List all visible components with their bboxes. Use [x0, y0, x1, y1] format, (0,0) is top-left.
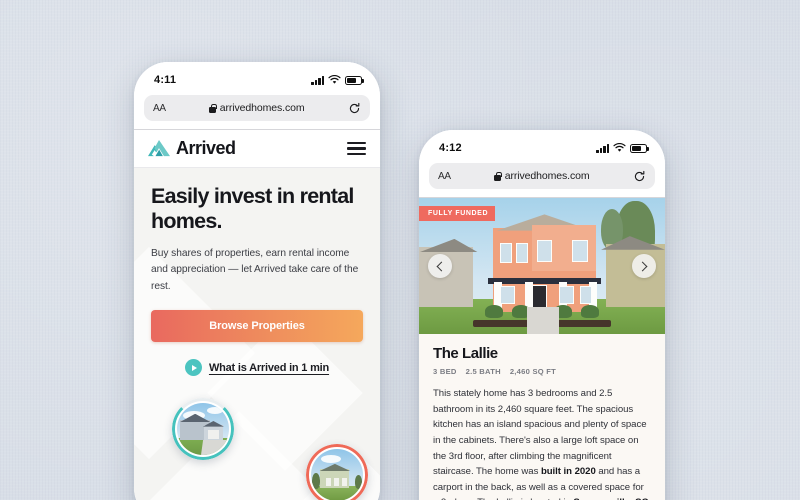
lock-icon — [494, 171, 502, 181]
text-size-button[interactable]: AA — [153, 103, 166, 114]
property-thumbnail-1[interactable] — [172, 398, 234, 461]
video-link-label: What is Arrived in 1 min — [208, 361, 330, 374]
phone-notch — [209, 62, 305, 82]
lock-icon — [209, 103, 217, 113]
reload-icon[interactable] — [348, 102, 361, 115]
url-display[interactable]: arrivedhomes.com — [166, 102, 348, 114]
property-description: This stately home has 3 bedrooms and 2.5… — [433, 388, 651, 500]
property-photo[interactable]: FULLY FUNDED — [419, 198, 665, 334]
wifi-icon — [328, 75, 341, 84]
property-thumbnail-2[interactable] — [306, 444, 368, 500]
status-time: 4:11 — [154, 74, 177, 86]
browse-properties-button[interactable]: Browse Properties — [151, 310, 363, 343]
hero-subcopy: Buy shares of properties, earn rental in… — [151, 247, 359, 292]
battery-icon — [345, 75, 364, 85]
status-icons — [311, 75, 364, 85]
listing-page-body: FULLY FUNDED The Lallie 3 BED 2.5 BATH 2… — [419, 198, 665, 500]
listing-info: The Lallie 3 BED 2.5 BATH 2,460 SQ FT Th… — [419, 334, 665, 500]
chevron-right-icon — [637, 261, 648, 271]
status-time: 4:12 — [439, 142, 462, 154]
wifi-icon — [613, 143, 626, 152]
page-backdrop — [0, 0, 800, 500]
url-text: arrivedhomes.com — [219, 102, 305, 114]
carousel-prev-button[interactable] — [428, 254, 452, 278]
watch-video-link[interactable]: What is Arrived in 1 min — [151, 359, 363, 377]
landing-page-body: Easily invest in rental homes. Buy share… — [134, 168, 380, 500]
spec-baths: 2.5 BATH — [465, 367, 501, 376]
page-title: Easily invest in rental homes. — [151, 184, 354, 234]
spec-beds: 3 BED — [433, 367, 457, 376]
site-header: Arrived — [134, 130, 380, 168]
reload-icon[interactable] — [633, 170, 646, 183]
cellular-signal-icon — [311, 75, 324, 85]
property-title: The Lallie — [433, 345, 498, 362]
cellular-signal-icon — [596, 143, 609, 153]
play-icon — [184, 359, 202, 377]
browser-toolbar: AA arrivedhomes.com — [134, 92, 380, 129]
url-text: arrivedhomes.com — [504, 170, 590, 182]
url-bar[interactable]: AA arrivedhomes.com — [144, 95, 370, 121]
carousel-next-button[interactable] — [632, 254, 656, 278]
text-size-button[interactable]: AA — [438, 171, 451, 182]
url-bar[interactable]: AA arrivedhomes.com — [429, 163, 655, 189]
funding-progress-ring — [306, 444, 368, 500]
phone-mockup-left: 4:11 AA arrivedhomes.com Arrived Easily … — [134, 62, 380, 500]
status-badge: FULLY FUNDED — [419, 206, 496, 221]
battery-icon — [630, 143, 649, 153]
arrived-logo-icon — [148, 140, 170, 157]
hamburger-menu-icon[interactable] — [347, 141, 366, 156]
status-icons — [596, 143, 649, 153]
property-thumbnail-group — [134, 376, 380, 500]
brand-lockup[interactable]: Arrived — [148, 138, 236, 159]
phone-mockup-right: 4:12 AA arrivedhomes.com FULLY FUNDED Th… — [419, 130, 665, 500]
phone-notch — [494, 130, 590, 150]
spec-sqft: 2,460 SQ FT — [509, 367, 557, 376]
funding-progress-ring — [172, 398, 234, 461]
browser-toolbar: AA arrivedhomes.com — [419, 160, 665, 197]
hero-section: Easily invest in rental homes. Buy share… — [134, 168, 380, 377]
property-specs: 3 BED 2.5 BATH 2,460 SQ FT — [433, 367, 651, 376]
brand-name: Arrived — [176, 138, 236, 158]
chevron-left-icon — [436, 261, 447, 271]
url-display[interactable]: arrivedhomes.com — [451, 170, 633, 182]
